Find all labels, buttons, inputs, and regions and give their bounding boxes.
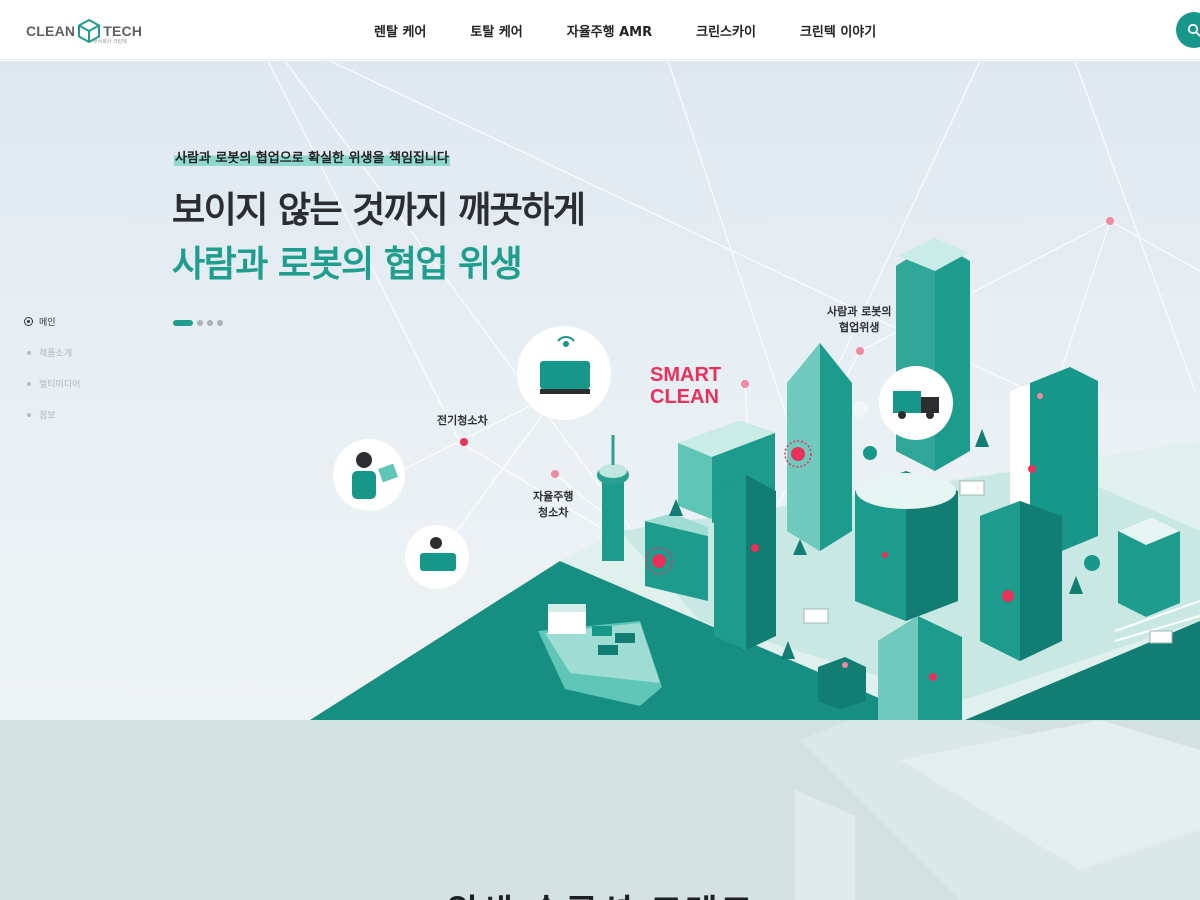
trend-section: 위생 솔루션 트렌드	[0, 720, 1200, 900]
tag-line: 청소차	[538, 506, 569, 519]
hero-eyebrow: 사람과 로봇의 협업으로 확실한 위생을 책임집니다	[174, 147, 450, 166]
site-header: CLEAN TECH 주식회사 크린텍 렌탈 케어 토탈 케어 자율주행 AMR…	[0, 0, 1200, 60]
hero-title-line1: 보이지 않는 것까지 깨끗하게	[172, 190, 586, 231]
cube-watermark	[795, 720, 1200, 900]
side-nav-label: 제품소개	[39, 349, 73, 359]
nav-amr[interactable]: 자율주행 AMR	[567, 21, 652, 40]
side-section-nav: 메인 제품소개 멀티미디어 정보	[24, 306, 80, 430]
logo-subtitle: 주식회사 크린텍	[93, 39, 127, 45]
tag-electric-cleaner: 전기청소차	[437, 414, 488, 427]
slide-pager	[173, 320, 227, 326]
nav-total-care[interactable]: 토탈 케어	[470, 21, 522, 40]
tag-autonomous-cleaner: 자율주행 청소차	[533, 489, 573, 521]
tag-line: 협업위생	[839, 321, 880, 334]
hero-section: 사람과 로봇의 협업으로 확실한 위생을 책임집니다 보이지 않는 것까지 깨끗…	[0, 61, 1200, 720]
side-nav-label: 멀티미디어	[39, 380, 81, 390]
pager-dot[interactable]	[197, 320, 203, 326]
search-button[interactable]	[1176, 12, 1200, 48]
dot-icon	[24, 379, 33, 388]
main-nav: 렌탈 케어 토탈 케어 자율주행 AMR 크린스카이 크린텍 이야기	[374, 0, 920, 60]
logo-text-tech: TECH	[103, 23, 143, 39]
smart-text: SMART	[650, 364, 722, 386]
pager-dot[interactable]	[217, 320, 223, 326]
side-nav-main[interactable]: 메인	[24, 306, 80, 337]
nav-story[interactable]: 크린텍 이야기	[800, 21, 876, 40]
side-nav-multimedia[interactable]: 멀티미디어	[24, 368, 80, 399]
dot-icon	[24, 410, 33, 419]
side-nav-label: 메인	[39, 318, 56, 328]
nav-cleansky[interactable]: 크린스카이	[696, 21, 756, 40]
nav-rental-care[interactable]: 렌탈 케어	[374, 21, 426, 40]
hero-title-line2: 사람과 로봇의 협업 위생	[172, 244, 523, 285]
smart-clean-label: SMART CLEAN	[650, 364, 721, 408]
dot-icon	[24, 348, 33, 357]
tag-line: 자율주행	[533, 490, 574, 503]
section-title: 위생 솔루션 트렌드	[0, 884, 1200, 900]
pager-dot-active[interactable]	[173, 320, 193, 326]
tag-line: 사람과 로봇의	[827, 305, 892, 318]
tag-cooperative-hygiene: 사람과 로봇의 협업위생	[827, 304, 892, 336]
active-ring-icon	[24, 317, 33, 326]
search-icon	[1187, 23, 1200, 37]
logo-text-clean: CLEAN	[26, 23, 76, 39]
side-nav-label: 정보	[39, 411, 56, 421]
side-nav-info[interactable]: 정보	[24, 399, 80, 430]
pager-dot[interactable]	[207, 320, 213, 326]
logo[interactable]: CLEAN TECH 주식회사 크린텍	[26, 17, 142, 45]
side-nav-products[interactable]: 제품소개	[24, 337, 80, 368]
clean-text: CLEAN	[650, 386, 719, 408]
